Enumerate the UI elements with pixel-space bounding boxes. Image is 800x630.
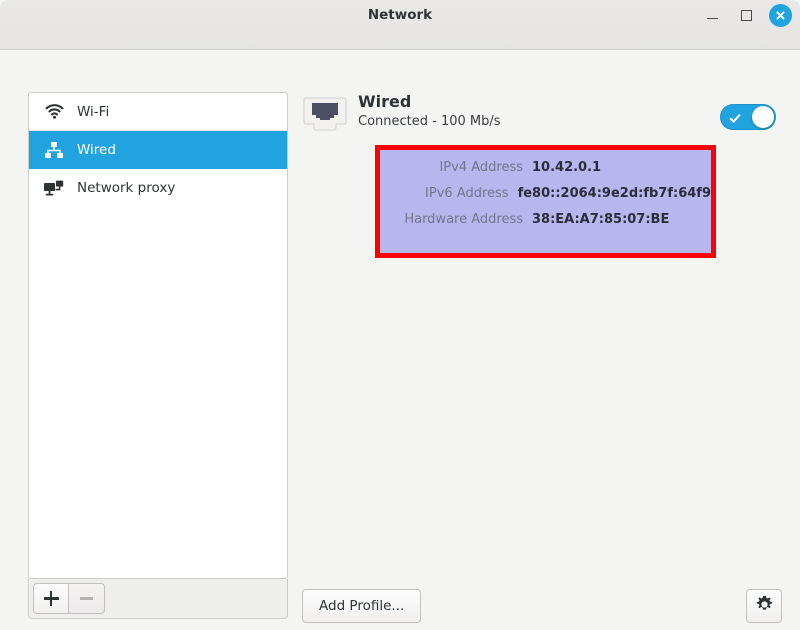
- maximize-icon: [740, 9, 752, 21]
- close-icon: [768, 3, 792, 27]
- device-status: Connected - 100 Mb/s: [358, 114, 501, 129]
- detail-label: IPv6 Address: [425, 186, 509, 201]
- title-bar: Network: [0, 0, 800, 50]
- detail-row: IPv6 Address fe80::2064:9e2d:fb7f:64f9: [380, 186, 711, 212]
- detail-label: Hardware Address: [404, 212, 523, 227]
- sidebar-toolbar: [28, 579, 288, 619]
- detail-row: IPv4 Address 10.42.0.1: [380, 160, 711, 186]
- remove-connection-button[interactable]: [69, 583, 105, 614]
- plus-icon: [43, 591, 59, 606]
- wired-network-icon: [43, 140, 65, 160]
- close-button[interactable]: [768, 3, 792, 27]
- sidebar-item-label: Wired: [77, 141, 116, 158]
- network-settings-window: Network Wi-Fi Wired Network proxy Wired …: [0, 0, 800, 630]
- device-enable-toggle[interactable]: [720, 104, 776, 130]
- connection-details-list: IPv4 Address 10.42.0.1 IPv6 Address fe80…: [380, 160, 711, 238]
- network-list-sidebar: Wi-Fi Wired Network proxy: [28, 92, 288, 579]
- device-name: Wired: [358, 92, 412, 111]
- detail-value: 38:EA:A7:85:07:BE: [532, 212, 670, 227]
- window-title: Network: [367, 7, 433, 23]
- detail-label: IPv4 Address: [439, 160, 523, 175]
- add-connection-button[interactable]: [33, 583, 69, 614]
- connection-settings-button[interactable]: [746, 589, 782, 623]
- wifi-icon: [43, 102, 65, 122]
- maximize-button[interactable]: [734, 3, 758, 27]
- main-content: Wired Connected - 100 Mb/s IPv4 Address …: [288, 52, 800, 630]
- minimize-icon: [706, 17, 718, 20]
- ethernet-port-icon: [302, 95, 348, 135]
- sidebar-item-label: Wi-Fi: [77, 103, 110, 120]
- sidebar-item-label: Network proxy: [77, 180, 176, 196]
- minimize-button[interactable]: [700, 3, 724, 27]
- toggle-knob: [752, 106, 774, 128]
- detail-value: fe80::2064:9e2d:fb7f:64f9: [517, 186, 711, 201]
- device-header: Wired Connected - 100 Mb/s: [302, 92, 501, 135]
- minus-icon: [80, 597, 93, 600]
- network-proxy-icon: [43, 178, 65, 198]
- check-icon: [729, 110, 742, 129]
- sidebar-item-wifi[interactable]: Wi-Fi: [29, 93, 287, 131]
- connection-details-highlight: IPv4 Address 10.42.0.1 IPv6 Address fe80…: [375, 145, 716, 258]
- add-profile-button[interactable]: Add Profile...: [302, 589, 422, 623]
- device-text: Wired Connected - 100 Mb/s: [358, 92, 501, 130]
- window-controls: [700, 3, 792, 27]
- detail-value: 10.42.0.1: [532, 160, 602, 175]
- add-profile-label: Add Profile...: [319, 598, 405, 614]
- detail-row: Hardware Address 38:EA:A7:85:07:BE: [380, 212, 711, 238]
- sidebar-item-network-proxy[interactable]: Network proxy: [29, 169, 287, 207]
- sidebar-item-wired[interactable]: Wired: [29, 131, 287, 169]
- gear-icon: [755, 595, 774, 618]
